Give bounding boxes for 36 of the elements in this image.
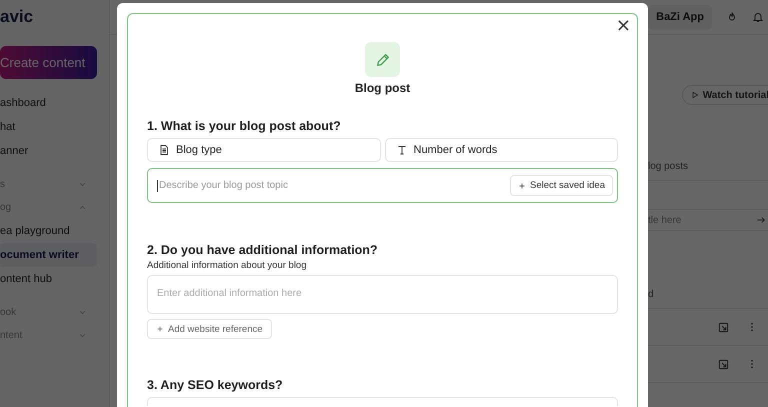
- watch-tutorial-button[interactable]: Watch tutorial: [682, 85, 768, 105]
- nav-item[interactable]: hat: [0, 115, 97, 139]
- arrow-right-icon[interactable]: [756, 215, 766, 225]
- close-button[interactable]: ×: [616, 16, 631, 36]
- create-content-button[interactable]: Create content: [0, 46, 97, 79]
- logo-text: avic: [0, 7, 34, 27]
- topic-input-field[interactable]: Describe your blog post topic Select saved idea: [147, 168, 618, 203]
- section-heading: 3. Any SEO keywords?: [147, 378, 284, 392]
- keywords-input-field[interactable]: [147, 397, 618, 406]
- nav-item[interactable]: anner: [0, 139, 97, 163]
- selector-button[interactable]: Blog type: [147, 138, 380, 162]
- flame-icon[interactable]: [726, 11, 738, 23]
- field-label: Additional information about your blog: [147, 260, 308, 271]
- section-heading: 2. Do you have additional information?: [147, 243, 379, 257]
- plus-icon: [518, 182, 526, 190]
- nav-item[interactable]: ea playground: [0, 219, 97, 243]
- additional-info-field[interactable]: Enter additional information here: [147, 275, 618, 314]
- open-external-icon[interactable]: [718, 322, 729, 332]
- input-placeholder: Describe your blog post topic: [159, 180, 288, 191]
- plus-icon: [156, 325, 164, 333]
- workspace-button[interactable]: BaZi App: [648, 4, 712, 30]
- selector-button[interactable]: Number of words: [384, 138, 618, 162]
- nav-item[interactable]: ontent hub: [0, 267, 97, 291]
- modal-title: Blog post: [354, 81, 410, 95]
- select-saved-idea-button[interactable]: Select saved idea: [510, 175, 613, 196]
- bell-icon[interactable]: [752, 11, 764, 23]
- nav-item[interactable]: ocument writer: [0, 243, 97, 267]
- play-icon: [690, 91, 699, 99]
- nav-item[interactable]: ashboard: [0, 91, 97, 115]
- document-icon: [158, 144, 170, 156]
- open-external-icon[interactable]: [718, 358, 729, 370]
- add-website-reference-button[interactable]: Add website reference: [147, 319, 272, 339]
- input-placeholder: Enter additional information here: [157, 288, 302, 299]
- section-heading: 1. What is your blog post about?: [147, 119, 342, 133]
- text-icon: [396, 144, 408, 156]
- pencil-icon: [374, 52, 390, 68]
